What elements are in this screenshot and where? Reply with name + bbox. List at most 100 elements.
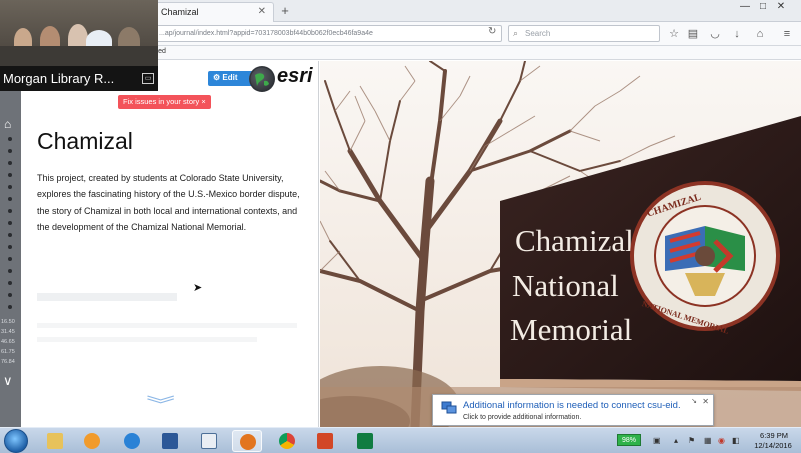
notification-close-icon[interactable]: ✕ [702, 397, 709, 406]
gear-icon: ⚙ [213, 73, 223, 82]
search-placeholder: Search [525, 29, 551, 38]
sign-text-line-3: Memorial [510, 312, 632, 347]
scroll-down-chevron-icon[interactable]: ︾ [146, 391, 175, 417]
warning-tray-icon[interactable]: ◉ [718, 436, 725, 445]
webcam-table [0, 46, 158, 66]
edit-label: Edit [222, 73, 238, 82]
coordinate-label: 46.65 [1, 339, 15, 345]
network-icon [441, 401, 457, 414]
address-bar[interactable]: ...ap/journal/index.html?appid=703178003… [150, 25, 502, 42]
tray-device-icon[interactable]: ▣ [653, 436, 661, 445]
chrome-icon [279, 433, 295, 449]
tab-close-icon[interactable]: ✕ [258, 6, 266, 17]
section-nav-dot[interactable] [8, 293, 12, 297]
minimize-icon[interactable]: — [738, 1, 752, 12]
publisher-icon [357, 433, 373, 449]
coordinate-label: 31.45 [1, 329, 15, 335]
media-player-icon [84, 433, 100, 449]
coordinate-label: 61.75 [1, 349, 15, 355]
webcam-video: Morgan Library R... ▭ [0, 0, 158, 91]
taskbar-explorer[interactable] [40, 430, 70, 452]
tab-title: Chamizal [161, 7, 199, 17]
story-left-nav: ⌂ 16.50 31.45 46.65 61.75 76.84 ∨ [0, 61, 21, 427]
volume-icon[interactable]: ◧ [732, 436, 740, 445]
taskbar-media-player[interactable] [77, 430, 107, 452]
faded-section-heading [37, 293, 177, 301]
faded-text-line [37, 323, 297, 328]
search-input[interactable]: ⌕ Search [508, 25, 660, 42]
bookmark-star-icon[interactable]: ☆ [667, 27, 681, 41]
screen: Chamizal ✕ + — □ ✕ ...ap/journal/index.h… [0, 0, 801, 453]
window-close-icon[interactable]: ✕ [774, 1, 788, 12]
clock-time[interactable]: 6:39 PM [754, 431, 794, 440]
section-nav-dot[interactable] [8, 281, 12, 285]
battery-indicator[interactable]: 98% [617, 434, 641, 446]
sign-text-line-2: National [512, 268, 619, 303]
section-nav-dot[interactable] [8, 269, 12, 273]
notification-subtitle: Click to provide additional information. [463, 414, 582, 421]
chevron-down-icon[interactable]: ∨ [3, 373, 13, 389]
sign-text-line-1: Chamizal [515, 223, 634, 258]
faded-text-line [37, 337, 257, 342]
webcam-caption: Morgan Library R... ▭ [0, 66, 158, 91]
reload-icon[interactable]: ↻ [488, 26, 496, 37]
coordinate-label: 16.50 [1, 319, 15, 325]
network-tray-icon[interactable]: ▦ [704, 436, 712, 445]
browser-tab-chamizal[interactable]: Chamizal ✕ [150, 2, 274, 22]
network-notification[interactable]: Additional information is needed to conn… [432, 394, 714, 426]
action-center-flag-icon[interactable]: ⚑ [688, 436, 695, 445]
coordinate-label: 76.84 [1, 359, 15, 365]
taskbar-powerpoint[interactable] [310, 430, 340, 452]
section-nav-dot[interactable] [8, 173, 12, 177]
screen-share-icon[interactable]: ▭ [142, 73, 154, 84]
folder-icon [47, 433, 63, 449]
fix-issues-badge[interactable]: Fix issues in your story × [118, 95, 211, 109]
section-nav-dot[interactable] [8, 245, 12, 249]
section-nav-dot[interactable] [8, 209, 12, 213]
notification-title: Additional information is needed to conn… [463, 400, 681, 411]
taskbar-publisher[interactable] [350, 430, 380, 452]
start-button[interactable] [4, 429, 28, 453]
home-nav-icon[interactable]: ⌂ [4, 117, 11, 131]
section-nav-dot[interactable] [8, 233, 12, 237]
new-tab-icon[interactable]: + [278, 3, 292, 18]
taskbar-firefox[interactable] [232, 430, 262, 452]
section-nav-dot[interactable] [8, 137, 12, 141]
internet-explorer-icon [124, 433, 140, 449]
download-icon[interactable]: ↓ [730, 27, 744, 41]
reading-list-icon[interactable]: ▤ [686, 27, 700, 41]
mouse-cursor-icon: ➤ [193, 282, 203, 294]
section-nav-dot[interactable] [8, 161, 12, 165]
section-nav-dot[interactable] [8, 305, 12, 309]
taskbar-remote-desktop[interactable] [194, 430, 224, 452]
page-title: Chamizal [37, 128, 133, 154]
story-map-page: ⌂ 16.50 31.45 46.65 61.75 76.84 ∨ ⚙ Edit… [0, 61, 801, 427]
taskbar-internet-explorer[interactable] [117, 430, 147, 452]
section-nav-dot[interactable] [8, 221, 12, 225]
section-nav-dot[interactable] [8, 197, 12, 201]
section-nav-dot[interactable] [8, 257, 12, 261]
taskbar-word[interactable] [155, 430, 185, 452]
search-icon: ⌕ [513, 28, 519, 38]
chamizal-memorial-photo: Chamizal National Memorial CHAMIZAL NATI… [320, 61, 801, 427]
esri-brand-text: esri [277, 65, 313, 87]
webcam-caption-text: Morgan Library R... [3, 71, 115, 86]
esri-globe-logo [249, 66, 275, 92]
show-hidden-icons-icon[interactable]: ▴ [674, 436, 678, 445]
pocket-icon[interactable]: ◡ [708, 27, 722, 41]
story-panel: ⚙ Edit esri Fix issues in your story × C… [21, 61, 319, 427]
url-text: ...ap/journal/index.html?appid=703178003… [159, 30, 373, 37]
clock-date[interactable]: 12/14/2016 [750, 441, 796, 450]
firefox-icon [240, 434, 256, 450]
maximize-icon[interactable]: □ [756, 1, 770, 12]
powerpoint-icon [317, 433, 333, 449]
section-nav-dot[interactable] [8, 149, 12, 153]
taskbar-chrome[interactable] [272, 430, 302, 452]
story-description: This project, created by students at Col… [37, 173, 300, 232]
windows-taskbar: 98% ▣ ▴ ⚑ ▦ ◉ ◧ 6:39 PM 12/14/2016 [0, 427, 801, 453]
remote-desktop-icon [201, 433, 217, 449]
pin-icon[interactable]: ↘ [691, 397, 697, 405]
home-icon[interactable]: ⌂ [753, 27, 767, 41]
menu-icon[interactable]: ≡ [780, 27, 794, 41]
section-nav-dot[interactable] [8, 185, 12, 189]
